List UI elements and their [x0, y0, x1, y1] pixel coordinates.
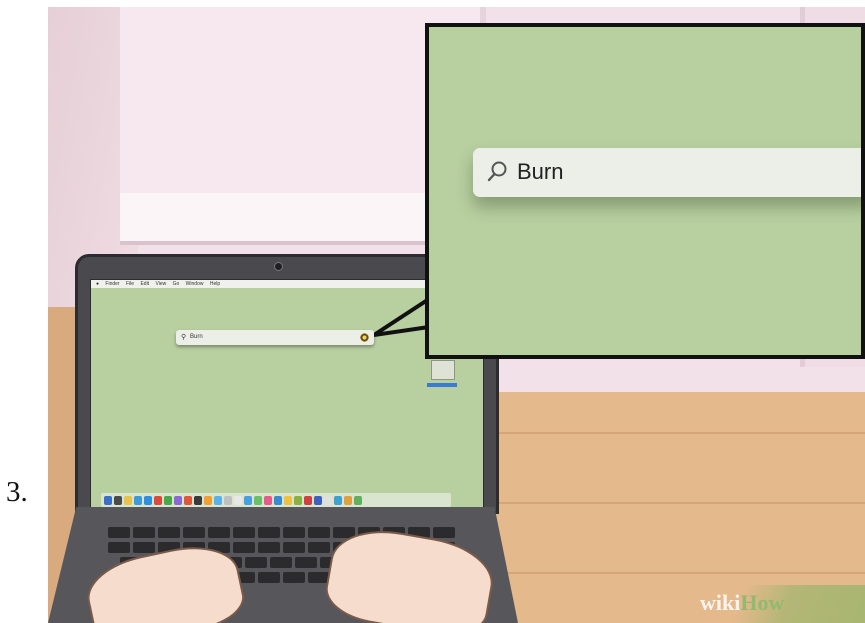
dock-app-icon[interactable] — [134, 495, 142, 505]
dock-app-icon[interactable] — [334, 495, 342, 505]
dock-app-icon[interactable] — [304, 495, 312, 505]
dock-app-icon[interactable] — [354, 495, 362, 505]
search-icon: ⚲ — [181, 334, 187, 341]
dock-app-icon[interactable] — [114, 495, 122, 505]
menu-item-edit[interactable]: Edit — [140, 281, 149, 287]
dock-app-icon[interactable] — [204, 495, 212, 505]
spotlight-query[interactable]: Burn — [190, 330, 203, 345]
menu-item-finder[interactable]: Finder — [105, 281, 119, 287]
dock-app-icon[interactable] — [314, 495, 322, 505]
zoomed-spotlight-query[interactable]: Burn — [517, 159, 563, 185]
dock-app-icon[interactable] — [214, 495, 222, 505]
illustration: ● Finder File Edit View Go Window Help ■… — [48, 7, 865, 623]
dock-app-icon[interactable] — [254, 495, 262, 505]
dock-app-icon[interactable] — [124, 495, 132, 505]
zoomed-spotlight-search-bar[interactable]: Burn — [473, 148, 861, 197]
spotlight-search-bar[interactable]: ⚲ Burn — [176, 330, 374, 345]
dock-app-icon[interactable] — [274, 495, 282, 505]
menu-item-window[interactable]: Window — [186, 281, 204, 287]
apple-menu-icon[interactable]: ● — [96, 281, 99, 287]
webcam — [274, 262, 283, 271]
desktop-icon-label[interactable] — [427, 383, 457, 387]
desktop-drive-icon[interactable] — [431, 360, 455, 380]
dock — [101, 493, 451, 507]
zoom-callout: Burn — [425, 23, 865, 359]
dock-app-icon[interactable] — [224, 495, 232, 505]
dock-app-icon[interactable] — [184, 495, 192, 505]
dock-app-icon[interactable] — [164, 495, 172, 505]
dock-app-icon[interactable] — [144, 495, 152, 505]
menu-item-file[interactable]: File — [126, 281, 134, 287]
watermark-part2: How — [740, 590, 785, 615]
step-number: 3. — [6, 476, 28, 508]
wikihow-watermark: wikiHow — [700, 590, 784, 616]
dock-app-icon[interactable] — [344, 495, 352, 505]
dock-app-icon[interactable] — [264, 495, 272, 505]
dock-app-icon[interactable] — [174, 495, 182, 505]
dock-app-icon[interactable] — [244, 495, 252, 505]
watermark-part1: wiki — [700, 590, 741, 615]
dock-app-icon[interactable] — [324, 495, 332, 505]
dock-app-icon[interactable] — [194, 495, 202, 505]
search-icon — [487, 161, 507, 182]
dock-app-icon[interactable] — [284, 495, 292, 505]
burn-app-icon[interactable] — [360, 333, 369, 342]
menu-item-view[interactable]: View — [155, 281, 166, 287]
dock-app-icon[interactable] — [294, 495, 302, 505]
menu-item-help[interactable]: Help — [210, 281, 220, 287]
dock-app-icon[interactable] — [234, 495, 242, 505]
dock-app-icon[interactable] — [104, 495, 112, 505]
dock-app-icon[interactable] — [154, 495, 162, 505]
menu-item-go[interactable]: Go — [173, 281, 180, 287]
